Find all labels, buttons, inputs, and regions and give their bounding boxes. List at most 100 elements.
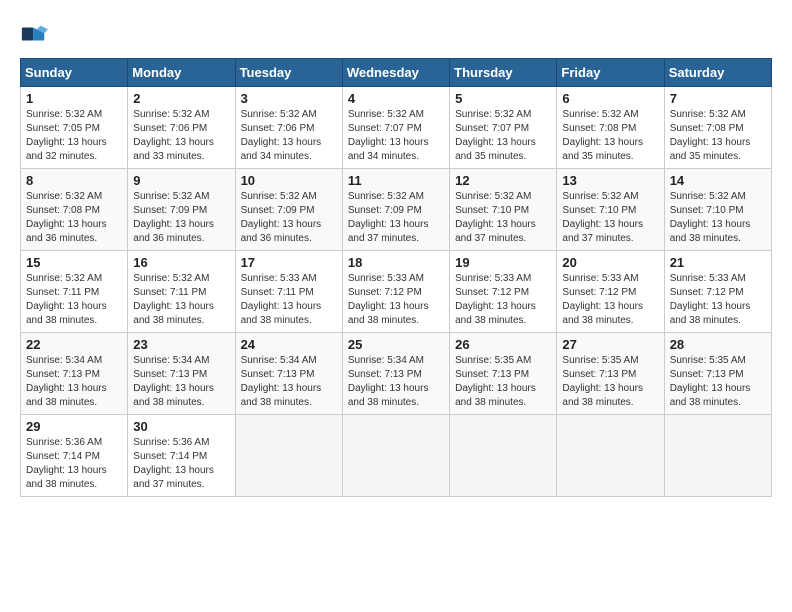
weekday-saturday: Saturday xyxy=(664,59,771,87)
calendar-cell xyxy=(557,415,664,497)
day-info: Sunrise: 5:32 AMSunset: 7:09 PMDaylight:… xyxy=(241,190,337,246)
day-number: 24 xyxy=(241,337,337,352)
calendar-cell: 27Sunrise: 5:35 AMSunset: 7:13 PMDayligh… xyxy=(557,333,664,415)
day-info: Sunrise: 5:35 AMSunset: 7:13 PMDaylight:… xyxy=(455,354,551,410)
weekday-thursday: Thursday xyxy=(450,59,557,87)
calendar-cell xyxy=(450,415,557,497)
day-number: 26 xyxy=(455,337,551,352)
calendar-week-5: 29 Sunrise: 5:36 AMSunset: 7:14 PMDayligh… xyxy=(21,415,772,497)
day-info: Sunrise: 5:33 AMSunset: 7:12 PMDaylight:… xyxy=(562,272,658,328)
calendar-cell: 8Sunrise: 5:32 AMSunset: 7:08 PMDaylight… xyxy=(21,169,128,251)
day-info: Sunrise: 5:35 AMSunset: 7:13 PMDaylight:… xyxy=(670,354,766,410)
calendar-week-2: 8Sunrise: 5:32 AMSunset: 7:08 PMDaylight… xyxy=(21,169,772,251)
calendar-cell: 18 Sunrise: 5:33 AMSunset: 7:12 PMDayligh… xyxy=(342,251,449,333)
weekday-sunday: Sunday xyxy=(21,59,128,87)
day-number: 3 xyxy=(241,91,337,106)
calendar: SundayMondayTuesdayWednesdayThursdayFrid… xyxy=(20,58,772,497)
day-info: Sunrise: 5:32 AMSunset: 7:08 PMDaylight:… xyxy=(562,108,658,164)
calendar-cell: 23Sunrise: 5:34 AMSunset: 7:13 PMDayligh… xyxy=(128,333,235,415)
calendar-cell: 10 Sunrise: 5:32 AMSunset: 7:09 PMDayligh… xyxy=(235,169,342,251)
day-number: 18 xyxy=(348,255,444,270)
calendar-cell: 13 Sunrise: 5:32 AMSunset: 7:10 PMDayligh… xyxy=(557,169,664,251)
calendar-week-4: 22 Sunrise: 5:34 AMSunset: 7:13 PMDayligh… xyxy=(21,333,772,415)
calendar-cell: 2 Sunrise: 5:32 AMSunset: 7:06 PMDaylight… xyxy=(128,87,235,169)
calendar-cell: 28Sunrise: 5:35 AMSunset: 7:13 PMDayligh… xyxy=(664,333,771,415)
day-info: Sunrise: 5:36 AMSunset: 7:14 PMDaylight:… xyxy=(26,436,122,492)
day-info: Sunrise: 5:33 AMSunset: 7:12 PMDaylight:… xyxy=(348,272,444,328)
day-info: Sunrise: 5:34 AMSunset: 7:13 PMDaylight:… xyxy=(26,354,122,410)
day-info: Sunrise: 5:36 AMSunset: 7:14 PMDaylight:… xyxy=(133,436,229,492)
day-number: 17 xyxy=(241,255,337,270)
day-info: Sunrise: 5:32 AMSunset: 7:06 PMDaylight:… xyxy=(241,108,337,164)
day-info: Sunrise: 5:34 AMSunset: 7:13 PMDaylight:… xyxy=(241,354,337,410)
weekday-friday: Friday xyxy=(557,59,664,87)
day-number: 13 xyxy=(562,173,658,188)
calendar-cell: 4 Sunrise: 5:32 AMSunset: 7:07 PMDaylight… xyxy=(342,87,449,169)
logo-icon xyxy=(20,20,48,48)
day-info: Sunrise: 5:32 AMSunset: 7:06 PMDaylight:… xyxy=(133,108,229,164)
day-info: Sunrise: 5:32 AMSunset: 7:10 PMDaylight:… xyxy=(455,190,551,246)
day-number: 4 xyxy=(348,91,444,106)
day-info: Sunrise: 5:32 AMSunset: 7:10 PMDaylight:… xyxy=(562,190,658,246)
day-info: Sunrise: 5:32 AMSunset: 7:11 PMDaylight:… xyxy=(133,272,229,328)
calendar-cell: 25 Sunrise: 5:34 AMSunset: 7:13 PMDayligh… xyxy=(342,333,449,415)
calendar-cell: 7Sunrise: 5:32 AMSunset: 7:08 PMDaylight… xyxy=(664,87,771,169)
day-number: 11 xyxy=(348,173,444,188)
day-info: Sunrise: 5:33 AMSunset: 7:11 PMDaylight:… xyxy=(241,272,337,328)
calendar-cell: 17 Sunrise: 5:33 AMSunset: 7:11 PMDayligh… xyxy=(235,251,342,333)
day-number: 25 xyxy=(348,337,444,352)
calendar-cell: 6 Sunrise: 5:32 AMSunset: 7:08 PMDaylight… xyxy=(557,87,664,169)
day-number: 21 xyxy=(670,255,766,270)
day-number: 20 xyxy=(562,255,658,270)
day-info: Sunrise: 5:32 AMSunset: 7:09 PMDaylight:… xyxy=(133,190,229,246)
day-number: 6 xyxy=(562,91,658,106)
calendar-cell: 14 Sunrise: 5:32 AMSunset: 7:10 PMDayligh… xyxy=(664,169,771,251)
day-info: Sunrise: 5:32 AMSunset: 7:10 PMDaylight:… xyxy=(670,190,766,246)
weekday-monday: Monday xyxy=(128,59,235,87)
day-info: Sunrise: 5:34 AMSunset: 7:13 PMDaylight:… xyxy=(348,354,444,410)
day-info: Sunrise: 5:32 AMSunset: 7:09 PMDaylight:… xyxy=(348,190,444,246)
day-number: 29 xyxy=(26,419,122,434)
day-number: 8 xyxy=(26,173,122,188)
day-number: 9 xyxy=(133,173,229,188)
calendar-week-3: 15 Sunrise: 5:32 AMSunset: 7:11 PMDayligh… xyxy=(21,251,772,333)
day-number: 14 xyxy=(670,173,766,188)
calendar-cell xyxy=(235,415,342,497)
calendar-cell: 1 Sunrise: 5:32 AMSunset: 7:05 PMDaylight… xyxy=(21,87,128,169)
day-number: 2 xyxy=(133,91,229,106)
day-number: 1 xyxy=(26,91,122,106)
calendar-cell: 20 Sunrise: 5:33 AMSunset: 7:12 PMDayligh… xyxy=(557,251,664,333)
calendar-cell: 15 Sunrise: 5:32 AMSunset: 7:11 PMDayligh… xyxy=(21,251,128,333)
calendar-body: 1 Sunrise: 5:32 AMSunset: 7:05 PMDaylight… xyxy=(21,87,772,497)
calendar-cell: 30 Sunrise: 5:36 AMSunset: 7:14 PMDayligh… xyxy=(128,415,235,497)
day-number: 30 xyxy=(133,419,229,434)
calendar-cell: 9 Sunrise: 5:32 AMSunset: 7:09 PMDaylight… xyxy=(128,169,235,251)
day-number: 27 xyxy=(562,337,658,352)
day-number: 19 xyxy=(455,255,551,270)
calendar-cell xyxy=(342,415,449,497)
day-number: 5 xyxy=(455,91,551,106)
day-info: Sunrise: 5:32 AMSunset: 7:11 PMDaylight:… xyxy=(26,272,122,328)
header xyxy=(20,20,772,48)
day-number: 15 xyxy=(26,255,122,270)
calendar-cell: 24 Sunrise: 5:34 AMSunset: 7:13 PMDayligh… xyxy=(235,333,342,415)
day-number: 12 xyxy=(455,173,551,188)
day-number: 23 xyxy=(133,337,229,352)
calendar-cell: 22 Sunrise: 5:34 AMSunset: 7:13 PMDayligh… xyxy=(21,333,128,415)
day-number: 22 xyxy=(26,337,122,352)
calendar-cell: 3 Sunrise: 5:32 AMSunset: 7:06 PMDaylight… xyxy=(235,87,342,169)
day-info: Sunrise: 5:32 AMSunset: 7:08 PMDaylight:… xyxy=(670,108,766,164)
calendar-cell: 19Sunrise: 5:33 AMSunset: 7:12 PMDayligh… xyxy=(450,251,557,333)
day-number: 16 xyxy=(133,255,229,270)
logo xyxy=(20,20,52,48)
calendar-cell: 26 Sunrise: 5:35 AMSunset: 7:13 PMDayligh… xyxy=(450,333,557,415)
calendar-cell: 29 Sunrise: 5:36 AMSunset: 7:14 PMDayligh… xyxy=(21,415,128,497)
calendar-header: SundayMondayTuesdayWednesdayThursdayFrid… xyxy=(21,59,772,87)
day-info: Sunrise: 5:32 AMSunset: 7:05 PMDaylight:… xyxy=(26,108,122,164)
day-number: 10 xyxy=(241,173,337,188)
weekday-tuesday: Tuesday xyxy=(235,59,342,87)
day-info: Sunrise: 5:32 AMSunset: 7:07 PMDaylight:… xyxy=(348,108,444,164)
calendar-cell xyxy=(664,415,771,497)
weekday-header-row: SundayMondayTuesdayWednesdayThursdayFrid… xyxy=(21,59,772,87)
weekday-wednesday: Wednesday xyxy=(342,59,449,87)
